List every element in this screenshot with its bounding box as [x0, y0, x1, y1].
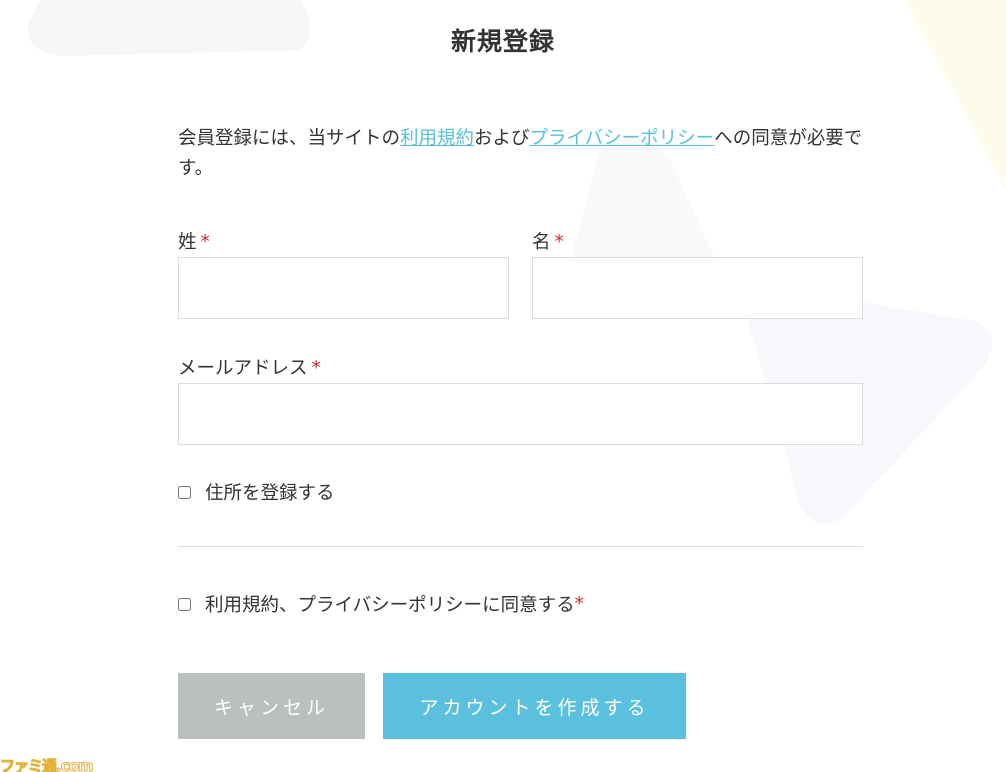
email-input[interactable]	[178, 383, 863, 445]
register-address-checkbox[interactable]	[178, 485, 191, 499]
privacy-policy-link[interactable]: プライバシーポリシー	[530, 128, 715, 149]
divider	[178, 546, 863, 547]
required-mark: *	[200, 232, 210, 253]
required-mark: *	[554, 232, 564, 253]
consent-notice: 会員登録には、当サイトの利用規約およびプライバシーポリシーへの同意が必要です。	[178, 124, 868, 184]
first-name-input[interactable]	[532, 257, 863, 319]
register-address-label: 住所を登録する	[205, 483, 335, 504]
required-mark: *	[574, 593, 584, 615]
create-account-button[interactable]: アカウントを作成する	[383, 673, 686, 739]
notice-text-before: 会員登録には、当サイトの	[178, 128, 401, 149]
agree-terms-label: 利用規約、プライバシーポリシーに同意する	[205, 595, 575, 616]
required-mark: *	[311, 358, 321, 379]
register-address-option[interactable]: 住所を登録する	[178, 479, 335, 505]
page-title: 新規登録	[450, 27, 555, 56]
last-name-label: 姓 *	[178, 228, 210, 254]
agree-terms-checkbox[interactable]	[178, 597, 191, 611]
notice-text-middle: および	[474, 128, 530, 149]
first-name-label: 名 *	[532, 228, 564, 254]
first-name-label-text: 名	[532, 232, 551, 253]
email-label: メールアドレス *	[178, 354, 321, 380]
terms-link[interactable]: 利用規約	[400, 128, 474, 149]
email-label-text: メールアドレス	[178, 358, 308, 379]
last-name-input[interactable]	[178, 257, 509, 319]
cancel-button[interactable]: キャンセル	[178, 673, 365, 739]
famitsu-watermark-logo: ファミ通.com	[0, 757, 94, 772]
agree-terms-option[interactable]: 利用規約、プライバシーポリシーに同意する *	[178, 591, 584, 617]
last-name-label-text: 姓	[178, 232, 197, 253]
